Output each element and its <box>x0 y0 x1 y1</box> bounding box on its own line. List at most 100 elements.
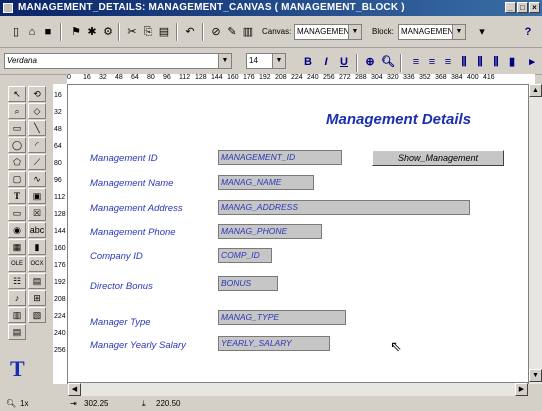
zoom-icon[interactable]: 🔍︎ <box>380 54 396 70</box>
undo-icon[interactable]: ↶ <box>182 24 198 40</box>
font-size-select[interactable]: 14 ▼ <box>246 53 286 69</box>
chevron-down-icon[interactable]: ▼ <box>272 54 285 68</box>
chevron-down-icon[interactable]: ▼ <box>452 25 465 39</box>
freehand-icon[interactable]: ∿ <box>28 171 46 187</box>
checkbox-icon[interactable]: ☒ <box>28 205 46 221</box>
horizontal-scrollbar[interactable]: ◀ ▶ <box>68 382 528 397</box>
management-address-field[interactable]: MANAG_ADDRESS <box>218 200 470 215</box>
open-icon[interactable]: ⌂ <box>24 24 40 40</box>
management-phone-field[interactable]: MANAG_PHONE <box>218 224 322 239</box>
management-name-field[interactable]: MANAG_NAME <box>218 175 314 190</box>
arc-icon[interactable]: ◜ <box>28 137 46 153</box>
toolbar-separator <box>118 23 120 41</box>
paste-icon[interactable]: ▤ <box>156 24 172 40</box>
manager-type-field[interactable]: MANAG_TYPE <box>218 310 346 325</box>
ruler-tick-label: 0 <box>67 74 71 81</box>
text-icon[interactable]: T <box>8 188 26 204</box>
align-icon[interactable]: ⊘ <box>208 24 224 40</box>
list-box-icon[interactable]: ▤ <box>8 324 26 340</box>
rectangle-icon[interactable]: ▭ <box>8 120 26 136</box>
stacked-canvas-icon[interactable]: ▥ <box>8 307 26 323</box>
radio-icon[interactable]: ◉ <box>8 222 26 238</box>
list-item-icon[interactable]: ☷ <box>8 273 26 289</box>
debug-icon[interactable]: ✱ <box>84 24 100 40</box>
toolbar-separator <box>400 54 402 72</box>
manager-yearly-salary-field[interactable]: YEARLY_SALARY <box>218 336 330 351</box>
ruler-tick-label: 416 <box>483 74 495 81</box>
frame-icon[interactable]: ▣ <box>28 188 46 204</box>
rounded-rect-icon[interactable]: ▢ <box>8 171 26 187</box>
run-icon[interactable]: ⚑ <box>68 24 84 40</box>
ruler-tick-label: 80 <box>54 160 62 167</box>
director-bonus-field[interactable]: BONUS <box>218 276 278 291</box>
scroll-up-icon[interactable]: ▲ <box>529 84 542 97</box>
ole-icon[interactable]: OLE <box>8 256 26 272</box>
minimize-button[interactable]: _ <box>505 2 516 13</box>
rotate-icon[interactable]: ⟲ <box>28 86 46 102</box>
cut-icon[interactable]: ✂ <box>124 24 140 40</box>
ruler-tick-label: 384 <box>451 74 463 81</box>
align-right-icon[interactable]: ≡ <box>440 54 456 70</box>
italic-button[interactable]: I <box>318 54 334 70</box>
align-bottom-icon[interactable]: ⫼ <box>488 54 504 70</box>
zoom-level: 1x <box>20 399 29 408</box>
polygon-icon[interactable]: ⬠ <box>8 154 26 170</box>
image-icon[interactable]: ▦ <box>8 239 26 255</box>
polyline-icon[interactable]: ⟋ <box>28 154 46 170</box>
close-button[interactable]: × <box>529 2 540 13</box>
company-id-field[interactable]: COMP_ID <box>218 248 272 263</box>
ruler-tick-label: 96 <box>163 74 171 81</box>
scroll-left-icon[interactable]: ◀ <box>68 383 81 396</box>
ellipse-icon[interactable]: ◯ <box>8 137 26 153</box>
dropdown-icon[interactable]: ▾ <box>474 24 490 40</box>
align-middle-icon[interactable]: ⫼ <box>472 54 488 70</box>
bold-button[interactable]: B <box>300 54 316 70</box>
underline-button[interactable]: U <box>336 54 352 70</box>
canvas-select-value: MANAGEMEN <box>297 27 350 36</box>
line-icon[interactable]: ╲ <box>28 120 46 136</box>
vertical-scrollbar[interactable]: ▲ ▼ <box>528 84 542 384</box>
help-icon[interactable]: ? <box>520 24 536 40</box>
layout-canvas[interactable]: Management Details Show_Management Manag… <box>68 85 528 382</box>
ruler-tick-label: 16 <box>83 74 91 81</box>
tab-icon[interactable]: ⊞ <box>28 290 46 306</box>
text-tool-large-icon[interactable]: T <box>10 356 25 382</box>
ruler-tick-label: 256 <box>323 74 335 81</box>
button-icon[interactable]: ▭ <box>8 205 26 221</box>
reshape-icon[interactable]: ◇ <box>28 103 46 119</box>
scroll-right-icon[interactable]: ▶ <box>515 383 528 396</box>
ruler-tick-label: 112 <box>54 194 66 201</box>
font-select[interactable]: Verdana ▼ <box>4 53 232 69</box>
display-item-icon[interactable]: ▤ <box>28 273 46 289</box>
canvas-select[interactable]: MANAGEMEN ▼ <box>294 24 362 40</box>
new-icon[interactable]: ▯ <box>8 24 24 40</box>
color-icon[interactable]: ⊕ <box>362 54 378 70</box>
distribute-icon[interactable]: ▮ <box>504 54 520 70</box>
align-left-icon[interactable]: ≡ <box>408 54 424 70</box>
save-icon[interactable]: ■ <box>40 24 56 40</box>
copy-icon[interactable]: ⎘ <box>140 24 156 40</box>
compile-icon[interactable]: ⚙ <box>100 24 116 40</box>
show-management-button[interactable]: Show_Management <box>372 150 504 166</box>
select-arrow-icon[interactable]: ↖ <box>8 86 26 102</box>
align-center-icon[interactable]: ≡ <box>424 54 440 70</box>
chevron-down-icon[interactable]: ▼ <box>348 25 361 39</box>
y-position-icon: ⤓ <box>142 399 146 408</box>
chart-wizard-icon[interactable]: ▥ <box>240 24 256 40</box>
text-item-icon[interactable]: abc <box>28 222 46 238</box>
ocx-icon[interactable]: OCX <box>28 256 46 272</box>
management-id-field[interactable]: MANAGEMENT_ID <box>218 150 342 165</box>
scroll-down-icon[interactable]: ▼ <box>529 369 542 382</box>
ruler-tick-label: 160 <box>54 245 66 252</box>
maximize-button[interactable]: □ <box>517 2 528 13</box>
draw-icon[interactable]: ✎ <box>224 24 240 40</box>
more-icon[interactable]: ▸ <box>524 54 540 70</box>
tree-icon[interactable]: ▧ <box>28 307 46 323</box>
block-select[interactable]: MANAGEMEN ▼ <box>398 24 466 40</box>
align-top-icon[interactable]: ⫼ <box>456 54 472 70</box>
ruler-tick-label: 224 <box>54 313 66 320</box>
sound-icon[interactable]: ♪ <box>8 290 26 306</box>
magnify-icon[interactable]: ⌕ <box>8 103 26 119</box>
chart-icon[interactable]: ▮ <box>28 239 46 255</box>
chevron-down-icon[interactable]: ▼ <box>218 54 231 68</box>
